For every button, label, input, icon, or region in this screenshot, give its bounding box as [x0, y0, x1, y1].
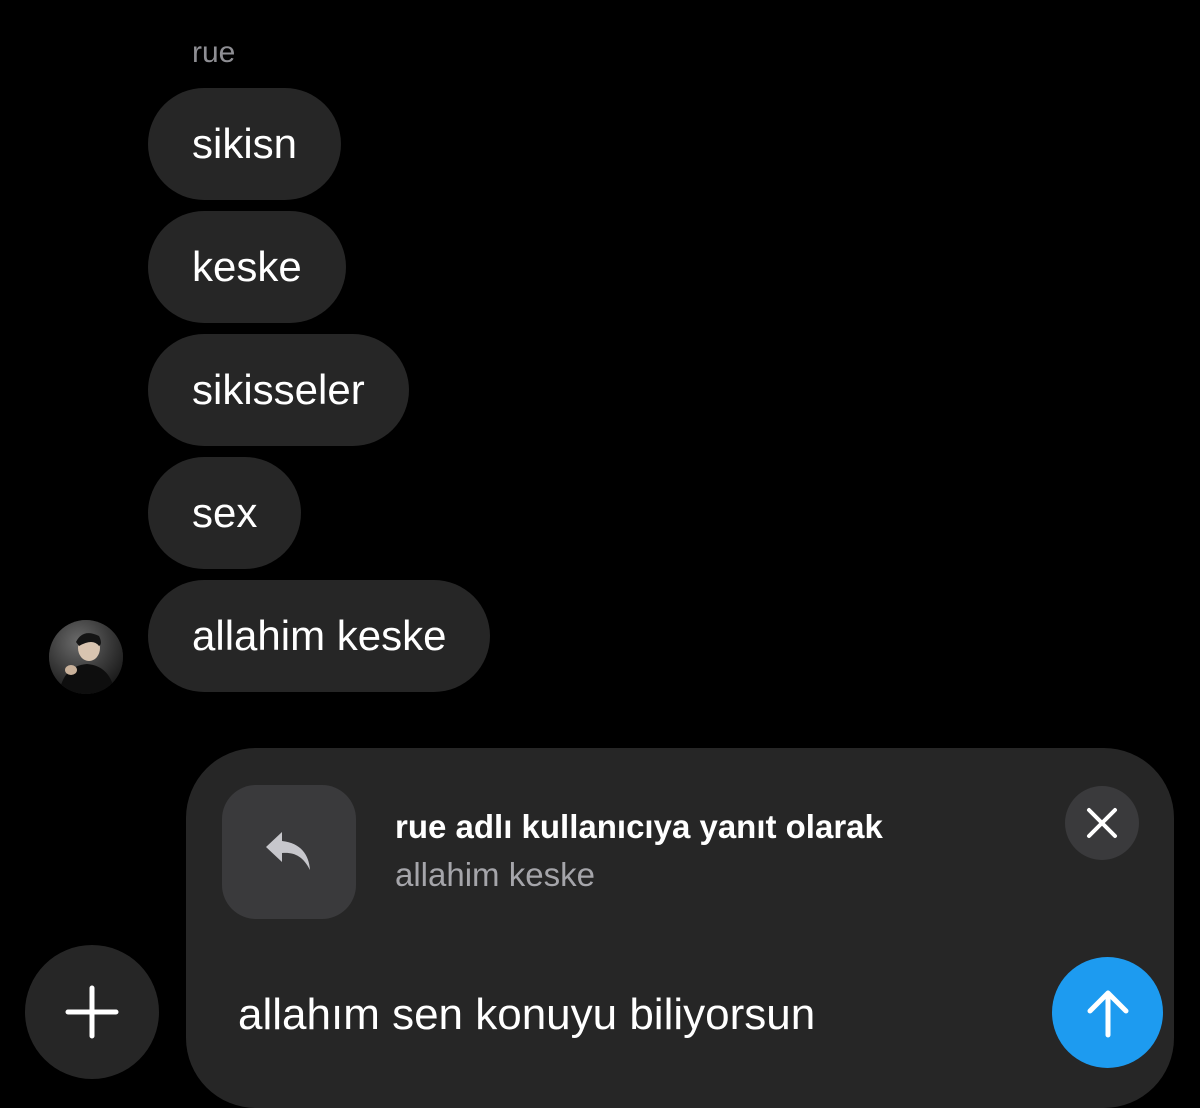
add-button[interactable] — [25, 945, 159, 1079]
cancel-reply-button[interactable] — [1065, 786, 1139, 860]
message-bubble[interactable]: sex — [148, 457, 302, 569]
message-bubble[interactable]: allahim keske — [148, 580, 491, 692]
avatar-photo — [49, 620, 123, 694]
message-bubble[interactable]: sikisseler — [148, 334, 409, 446]
avatar[interactable] — [49, 620, 123, 694]
message-bubble[interactable]: keske — [148, 211, 346, 323]
reply-arrow-icon — [266, 832, 310, 870]
send-button[interactable] — [1052, 957, 1163, 1068]
reply-quoted-text: allahim keske — [395, 856, 595, 893]
message-input[interactable] — [238, 985, 1038, 1045]
message-bubble[interactable]: sikisn — [148, 88, 342, 200]
reply-title: rue adlı kullanıcıya yanıt olarak — [395, 808, 883, 845]
close-icon — [1087, 808, 1117, 838]
sender-name: rue — [192, 36, 236, 69]
arrow-up-icon — [1087, 990, 1128, 1037]
reply-icon-box — [222, 785, 356, 919]
plus-icon — [65, 985, 119, 1039]
